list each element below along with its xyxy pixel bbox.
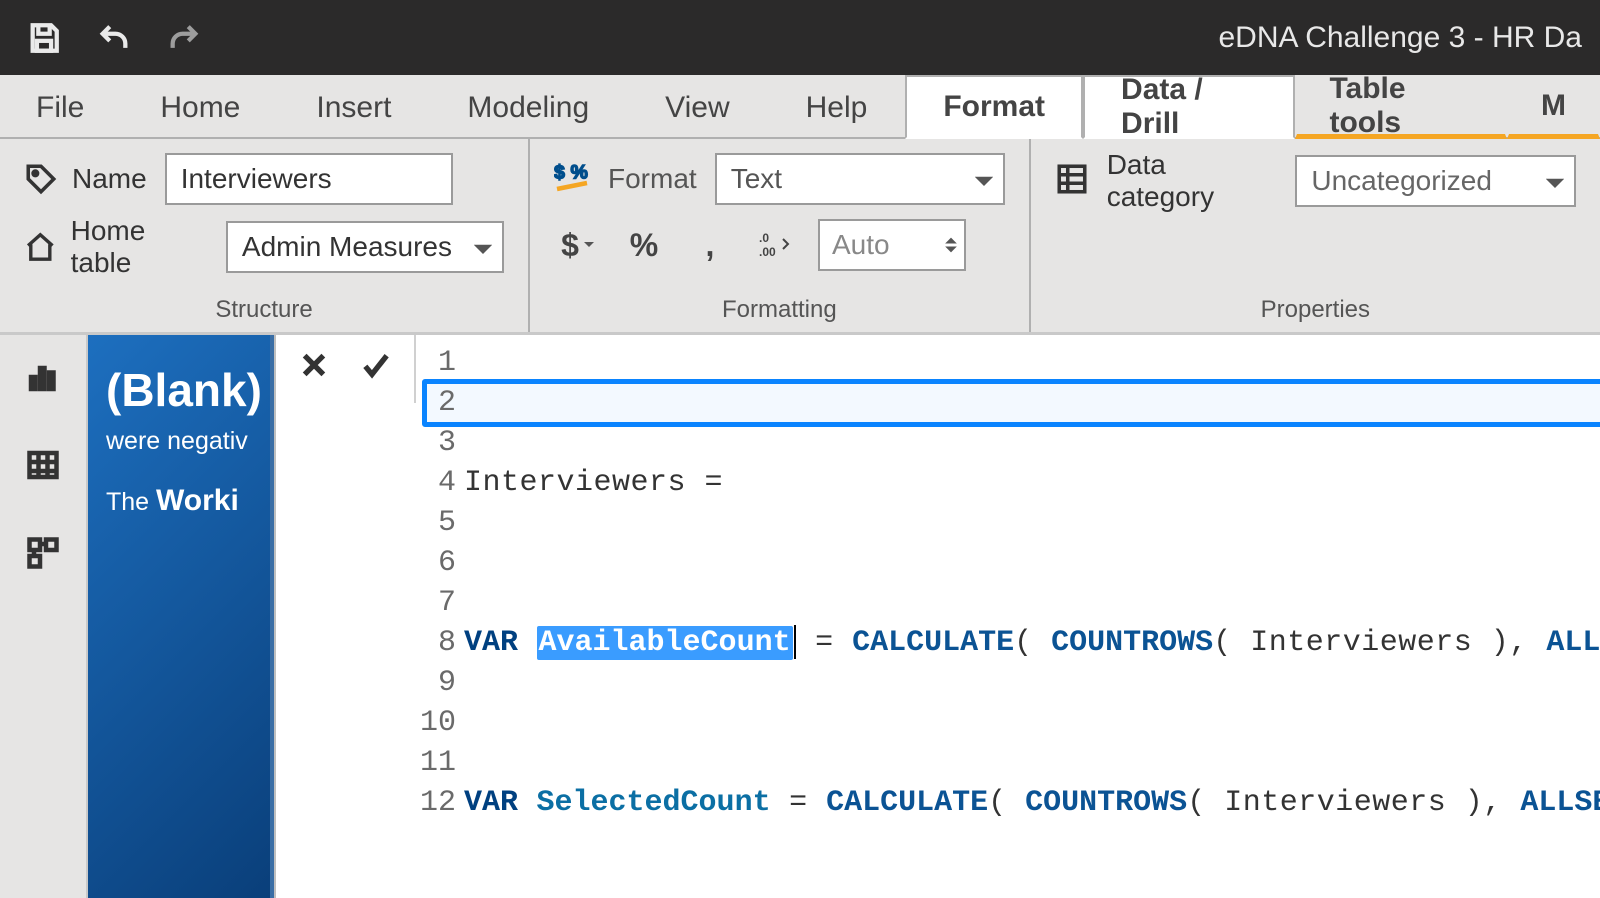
tab-home[interactable]: Home — [122, 75, 278, 139]
home-table-label: Home table — [24, 215, 208, 279]
dax-editor[interactable]: 1 2 3 4 5 6 7 8 9 10 11 12 Interviewers … — [416, 335, 1600, 898]
formula-editor[interactable]: 1 2 3 4 5 6 7 8 9 10 11 12 Interviewers … — [274, 335, 1600, 898]
thousands-button[interactable]: , — [686, 221, 734, 269]
tab-view[interactable]: View — [627, 75, 767, 139]
group-caption-properties: Properties — [1055, 294, 1576, 328]
data-category-icon — [1055, 162, 1089, 201]
data-view-icon[interactable] — [19, 441, 67, 489]
card-line2: were negativ — [106, 427, 270, 456]
tab-modeling[interactable]: Modeling — [429, 75, 627, 139]
spinner-arrows-icon[interactable] — [944, 235, 964, 255]
home-icon — [24, 230, 57, 264]
tab-data-drill[interactable]: Data / Drill — [1083, 75, 1295, 139]
chevron-down-icon — [474, 231, 492, 263]
decimal-button[interactable]: .0.00 — [752, 221, 800, 269]
chevron-down-icon — [975, 163, 993, 195]
card-title: (Blank) — [106, 363, 270, 417]
tag-icon — [24, 162, 58, 196]
svg-text:.00: .00 — [759, 245, 776, 259]
title-bar: eDNA Challenge 3 - HR Da — [0, 0, 1600, 75]
ribbon-group-structure: Name Home table Admin Measures Structure — [0, 139, 530, 332]
decimal-places-spinner[interactable] — [818, 219, 966, 271]
tab-measure-tools[interactable]: M — [1507, 75, 1600, 139]
tab-table-tools[interactable]: Table tools — [1295, 75, 1507, 139]
model-view-icon[interactable] — [19, 529, 67, 577]
chevron-down-icon — [1546, 165, 1564, 197]
save-icon[interactable] — [18, 12, 70, 64]
measure-name-input[interactable] — [165, 153, 453, 205]
svg-text:%: % — [571, 161, 588, 183]
commit-formula-button[interactable] — [354, 343, 398, 387]
tab-format[interactable]: Format — [905, 75, 1083, 139]
tab-file[interactable]: File — [10, 75, 122, 139]
view-switcher — [0, 335, 88, 898]
ribbon-group-properties: Data category Uncategorized Properties — [1031, 139, 1600, 332]
name-label: Name — [24, 162, 147, 196]
ribbon-group-formatting: $% Format Text $ % , .0.00 — [530, 139, 1031, 332]
format-icon: $% — [554, 159, 590, 200]
formula-bar-actions — [276, 335, 416, 403]
home-table-select[interactable]: Admin Measures — [226, 221, 504, 273]
data-category-label: Data category — [1107, 149, 1278, 213]
svg-text:.0: .0 — [759, 231, 769, 245]
card-line3: The Worki — [106, 484, 270, 518]
window-title: eDNA Challenge 3 - HR Da — [1218, 21, 1582, 55]
redo-icon[interactable] — [158, 12, 210, 64]
svg-text:$: $ — [554, 161, 565, 183]
work-area: (Blank) were negativ The Worki 1 2 3 — [0, 335, 1600, 898]
editor-code[interactable]: Interviewers = VAR AvailableCount = CALC… — [464, 335, 1600, 898]
tab-insert[interactable]: Insert — [278, 75, 429, 139]
group-caption-formatting: Formatting — [554, 294, 1005, 328]
tab-help[interactable]: Help — [768, 75, 906, 139]
ribbon: Name Home table Admin Measures Structure… — [0, 139, 1600, 335]
cancel-formula-button[interactable] — [292, 343, 336, 387]
selected-token: AvailableCount — [537, 626, 793, 660]
undo-icon[interactable] — [88, 12, 140, 64]
editor-gutter: 1 2 3 4 5 6 7 8 9 10 11 12 — [416, 335, 464, 823]
format-label: Format — [608, 163, 697, 195]
percent-button[interactable]: % — [620, 221, 668, 269]
decimal-places-input[interactable] — [820, 229, 944, 261]
group-caption-structure: Structure — [24, 294, 504, 328]
text-caret — [794, 625, 796, 659]
report-canvas-card: (Blank) were negativ The Worki — [88, 335, 274, 898]
report-view-icon[interactable] — [19, 353, 67, 401]
currency-button[interactable]: $ — [554, 221, 602, 269]
format-select[interactable]: Text — [715, 153, 1005, 205]
data-category-select[interactable]: Uncategorized — [1295, 155, 1576, 207]
ribbon-tabs: File Home Insert Modeling View Help Form… — [0, 75, 1600, 139]
